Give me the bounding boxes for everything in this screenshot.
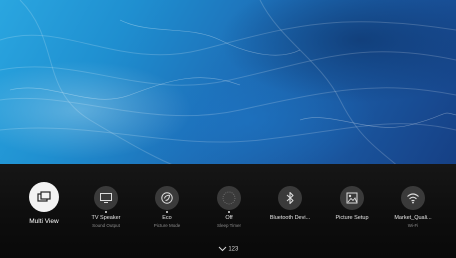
quick-settings-bar: Multi View TV Speaker Sound Output Eco P… (0, 164, 456, 258)
picture-mode-icon (155, 186, 179, 210)
menu-item-tv-speaker[interactable]: TV Speaker Sound Output (71, 164, 141, 258)
menu-item-sublabel: Sound Output (92, 223, 120, 228)
bluetooth-icon (278, 186, 302, 210)
tv-speaker-icon (94, 186, 118, 210)
multi-view-icon (29, 182, 59, 212)
wallpaper-image (0, 0, 456, 168)
menu-item-label: TV Speaker (91, 215, 121, 221)
selection-dot (166, 211, 168, 213)
menu-item-sublabel: Wi-Fi (407, 223, 419, 228)
menu-item-label: Bluetooth Devi... (269, 215, 311, 221)
menu-item-sublabel: Sleep Timer (216, 223, 241, 228)
menu-item-multi-view[interactable]: Multi View (9, 164, 79, 258)
page-indicator[interactable]: 123 (0, 246, 456, 253)
menu-item-picture-setup[interactable]: Picture Setup (317, 164, 387, 258)
picture-setup-icon (340, 186, 364, 210)
selection-dot (105, 211, 107, 213)
page-label: 123 (228, 246, 239, 253)
menu-item-label: Market_Quali... (394, 215, 432, 221)
menu-item-sleep-timer[interactable]: Off Sleep Timer (194, 164, 264, 258)
menu-item-label: Picture Setup (335, 215, 369, 221)
wifi-icon (401, 186, 425, 210)
menu-item-wifi[interactable]: Market_Quali... Wi-Fi (378, 164, 448, 258)
menu-item-label: Multi View (29, 218, 59, 225)
sleep-timer-icon (217, 186, 241, 210)
tv-screen: Multi View TV Speaker Sound Output Eco P… (0, 0, 456, 258)
chevron-down-icon (218, 246, 227, 252)
menu-item-label: Off (225, 215, 233, 221)
selection-dot (228, 211, 230, 213)
menu-item-sublabel: Picture Mode (153, 223, 181, 228)
menu-item-picture-mode[interactable]: Eco Picture Mode (132, 164, 202, 258)
menu-item-bluetooth[interactable]: Bluetooth Devi... (255, 164, 325, 258)
menu-item-label: Eco (162, 215, 172, 221)
